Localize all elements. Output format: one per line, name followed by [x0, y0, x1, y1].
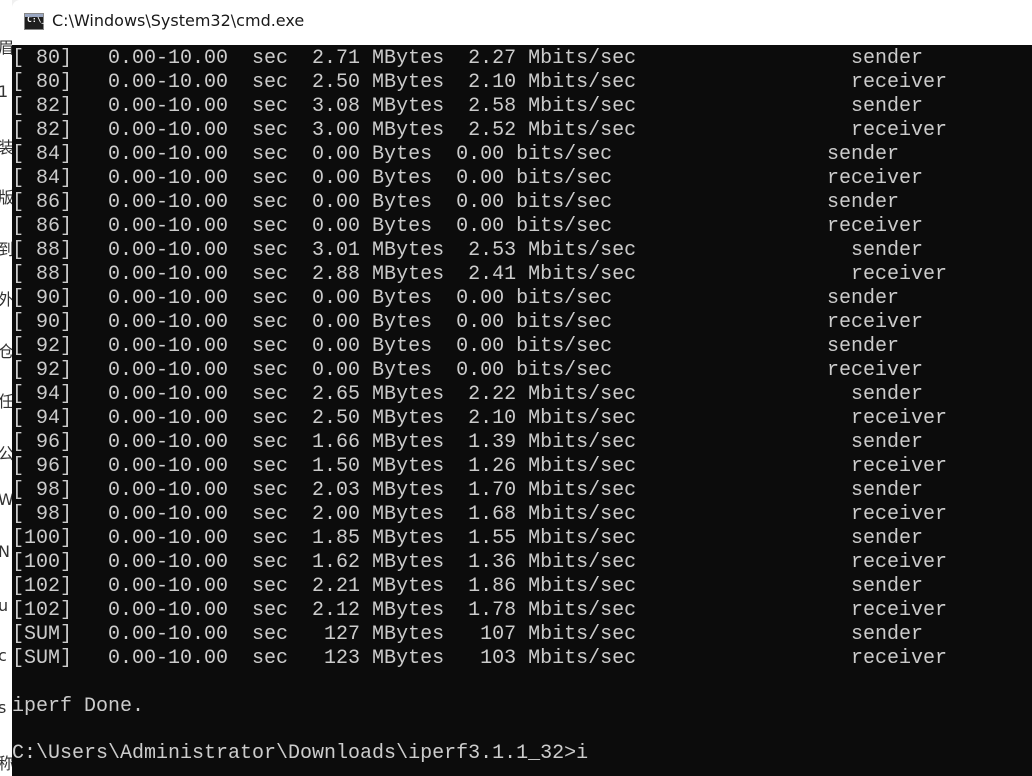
- console-line-stats: [102] 0.00-10.00 sec 2.21 MBytes 1.86 Mb…: [12, 575, 637, 598]
- console-line-role: receiver: [851, 599, 948, 622]
- console-line-role: sender: [851, 383, 924, 406]
- console-line-role: receiver: [851, 503, 948, 526]
- console-line-role: sender: [827, 287, 900, 310]
- console-line-stats: [ 80] 0.00-10.00 sec 2.50 MBytes 2.10 Mb…: [12, 71, 637, 94]
- console-line-role: sender: [827, 191, 900, 214]
- console-line-stats: [SUM] 0.00-10.00 sec 127 MBytes 107 Mbit…: [12, 623, 637, 646]
- console-line-role: sender: [851, 479, 924, 502]
- cmd-window[interactable]: C:\Windows\System32\cmd.exe [ 80] 0.00-1…: [0, 0, 1032, 776]
- console-line-role: sender: [851, 95, 924, 118]
- console-line-role: receiver: [827, 215, 924, 238]
- title-bar[interactable]: C:\Windows\System32\cmd.exe: [12, 0, 1032, 45]
- console-output[interactable]: [ 80] 0.00-10.00 sec 2.71 MBytes 2.27 Mb…: [12, 45, 1032, 776]
- console-line-stats: [ 96] 0.00-10.00 sec 1.66 MBytes 1.39 Mb…: [12, 431, 637, 454]
- console-line-stats: [SUM] 0.00-10.00 sec 123 MBytes 103 Mbit…: [12, 647, 637, 670]
- console-line-role: receiver: [851, 551, 948, 574]
- console-line-role: sender: [851, 239, 924, 262]
- console-line-stats: [ 80] 0.00-10.00 sec 2.71 MBytes 2.27 Mb…: [12, 47, 637, 70]
- command-prompt[interactable]: C:\Users\Administrator\Downloads\iperf3.…: [12, 742, 588, 766]
- console-line-stats: [ 92] 0.00-10.00 sec 0.00 Bytes 0.00 bit…: [12, 359, 613, 382]
- console-line-role: receiver: [827, 359, 924, 382]
- console-line-stats: [ 86] 0.00-10.00 sec 0.00 Bytes 0.00 bit…: [12, 215, 613, 238]
- window-title: C:\Windows\System32\cmd.exe: [52, 11, 305, 30]
- console-line-role: receiver: [851, 119, 948, 142]
- console-line-role: sender: [851, 431, 924, 454]
- console-line-role: receiver: [851, 647, 948, 670]
- console-line-stats: [ 90] 0.00-10.00 sec 0.00 Bytes 0.00 bit…: [12, 311, 613, 334]
- console-line-role: receiver: [827, 311, 924, 334]
- console-line-stats: [ 96] 0.00-10.00 sec 1.50 MBytes 1.26 Mb…: [12, 455, 637, 478]
- console-line-stats: [ 84] 0.00-10.00 sec 0.00 Bytes 0.00 bit…: [12, 143, 613, 166]
- cmd-app-icon[interactable]: [24, 13, 46, 30]
- console-line-stats: [ 88] 0.00-10.00 sec 2.88 MBytes 2.41 Mb…: [12, 263, 637, 286]
- console-line-stats: [ 98] 0.00-10.00 sec 2.00 MBytes 1.68 Mb…: [12, 503, 637, 526]
- console-line-role: sender: [827, 335, 900, 358]
- console-line-role: sender: [851, 527, 924, 550]
- console-line-stats: [ 90] 0.00-10.00 sec 0.00 Bytes 0.00 bit…: [12, 287, 613, 310]
- console-line-role: sender: [827, 143, 900, 166]
- console-line-stats: [ 82] 0.00-10.00 sec 3.00 MBytes 2.52 Mb…: [12, 119, 637, 142]
- console-line-stats: [ 84] 0.00-10.00 sec 0.00 Bytes 0.00 bit…: [12, 167, 613, 190]
- done-message: iperf Done.: [12, 695, 145, 718]
- console-line-stats: [100] 0.00-10.00 sec 1.85 MBytes 1.55 Mb…: [12, 527, 637, 550]
- console-line-stats: [ 82] 0.00-10.00 sec 3.08 MBytes 2.58 Mb…: [12, 95, 637, 118]
- console-line-stats: [ 92] 0.00-10.00 sec 0.00 Bytes 0.00 bit…: [12, 335, 613, 358]
- console-line-stats: [ 94] 0.00-10.00 sec 2.50 MBytes 2.10 Mb…: [12, 407, 637, 430]
- console-line-role: receiver: [851, 263, 948, 286]
- console-line-role: sender: [851, 623, 924, 646]
- console-line-stats: [100] 0.00-10.00 sec 1.62 MBytes 1.36 Mb…: [12, 551, 637, 574]
- console-line-stats: [ 98] 0.00-10.00 sec 2.03 MBytes 1.70 Mb…: [12, 479, 637, 502]
- console-line-role: receiver: [851, 455, 948, 478]
- console-line-stats: [ 94] 0.00-10.00 sec 2.65 MBytes 2.22 Mb…: [12, 383, 637, 406]
- console-line-role: receiver: [827, 167, 924, 190]
- console-line-role: receiver: [851, 407, 948, 430]
- console-line-stats: [ 86] 0.00-10.00 sec 0.00 Bytes 0.00 bit…: [12, 191, 613, 214]
- console-line-role: sender: [851, 575, 924, 598]
- console-line-stats: [ 88] 0.00-10.00 sec 3.01 MBytes 2.53 Mb…: [12, 239, 637, 262]
- console-line-stats: [102] 0.00-10.00 sec 2.12 MBytes 1.78 Mb…: [12, 599, 637, 622]
- console-line-role: sender: [851, 47, 924, 70]
- console-line-role: receiver: [851, 71, 948, 94]
